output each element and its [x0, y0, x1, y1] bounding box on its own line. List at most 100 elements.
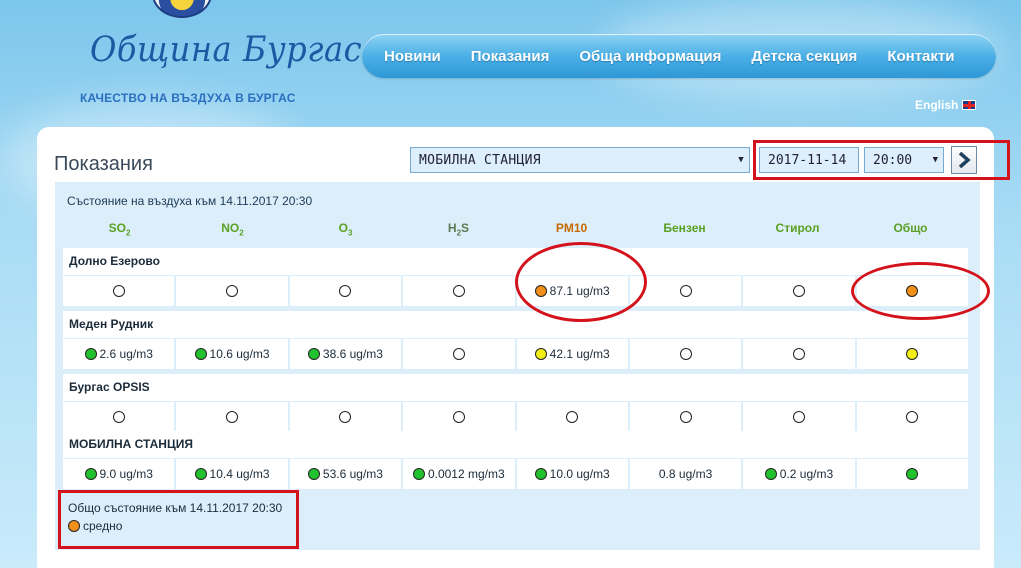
reading-cell: [743, 339, 855, 369]
status-dot-icon: [906, 348, 919, 360]
highlight-box-date-controls: [753, 140, 1010, 180]
column-header-subscript: 3: [347, 228, 353, 238]
site-logo-title[interactable]: Община Бургас: [90, 30, 362, 70]
main-nav: Новини Показания Обща информация Детска …: [362, 34, 996, 78]
reading-cell: 0.2 ug/m3: [743, 459, 855, 489]
status-dot-icon: [452, 285, 465, 297]
status-dot-icon: [452, 348, 465, 360]
status-dot-icon: [194, 348, 207, 360]
dropdown-arrow-icon: ▼: [738, 155, 744, 165]
reading-value: 38.6 ug/m3: [322, 347, 383, 361]
reading-cell: [403, 402, 515, 432]
status-dot-icon: [792, 348, 805, 360]
status-dot-icon: [112, 285, 125, 297]
language-link[interactable]: English: [915, 98, 958, 112]
column-header-base: Бензен: [663, 221, 706, 235]
status-dot-icon: [226, 285, 239, 297]
reading-value: 0.8 ug/m3: [658, 467, 713, 481]
reading-cell: [403, 276, 515, 306]
station-name-row: Меден Рудник: [63, 311, 968, 338]
status-dot-icon: [792, 285, 805, 297]
status-dot-icon: [84, 468, 97, 480]
nav-item-kids-section[interactable]: Детска секция: [751, 48, 857, 65]
reading-value: 0.2 ug/m3: [779, 467, 834, 481]
column-header-base: SO: [108, 221, 126, 235]
status-dot-icon: [906, 411, 919, 423]
table-row: 2.6 ug/m3 10.6 ug/m3 38.6 ug/m3 42.1 ug/m3: [63, 339, 968, 369]
status-dot-icon: [906, 468, 919, 480]
reading-cell: 10.0 ug/m3: [516, 459, 628, 489]
column-header-base: Общо: [893, 221, 928, 235]
city-emblem-logo[interactable]: [152, 0, 212, 18]
uk-flag-icon: [962, 100, 977, 110]
page-title: Показания: [54, 153, 153, 175]
reading-value: 10.0 ug/m3: [549, 467, 610, 481]
reading-cell: 0.8 ug/m3: [629, 459, 742, 489]
nav-item-contacts[interactable]: Контакти: [887, 48, 954, 65]
status-dot-icon: [679, 348, 692, 360]
reading-cell: 2.6 ug/m3: [63, 339, 175, 369]
status-dot-icon: [307, 348, 320, 360]
nav-item-general-info[interactable]: Обща информация: [579, 48, 721, 65]
reading-cell: 10.4 ug/m3: [176, 459, 288, 489]
status-dot-icon: [339, 285, 352, 297]
status-dot-icon: [792, 411, 805, 423]
status-dot-icon: [452, 411, 465, 423]
column-header-base: PM10: [555, 221, 588, 235]
column-header: O3: [289, 221, 402, 237]
reading-value: 10.4 ug/m3: [209, 467, 270, 481]
reading-cell: [403, 339, 515, 369]
reading-cell: [856, 402, 968, 432]
reading-value: 0.0012 mg/m3: [427, 467, 505, 481]
site-subtitle: КАЧЕСТВО НА ВЪЗДУХА В БУРГАС: [80, 91, 296, 105]
status-dot-icon: [412, 468, 425, 480]
column-header: PM10: [515, 221, 628, 235]
column-header-tail: S: [461, 221, 470, 235]
reading-cell: [289, 276, 402, 306]
status-dot-icon: [534, 468, 547, 480]
station-select-value: МОБИЛНА СТАНЦИЯ: [419, 153, 541, 168]
column-header-subscript: 2: [239, 228, 244, 238]
column-header: SO2: [63, 221, 176, 237]
reading-cell: [743, 276, 855, 306]
highlight-box-summary: [58, 490, 299, 549]
station-select[interactable]: МОБИЛНА СТАНЦИЯ ▼: [410, 147, 750, 173]
reading-cell: [63, 402, 175, 432]
reading-value: 2.6 ug/m3: [99, 347, 153, 361]
reading-cell: [629, 402, 742, 432]
column-header-base: NO: [221, 221, 240, 235]
reading-cell: [629, 339, 742, 369]
reading-cell: [856, 459, 968, 489]
reading-cell: [289, 402, 402, 432]
status-heading: Състояние на въздуха към 14.11.2017 20:3…: [67, 194, 313, 208]
column-header: Бензен: [628, 221, 741, 235]
reading-cell: [856, 339, 968, 369]
highlight-ellipse-overall: [851, 262, 990, 320]
reading-cell: 10.6 ug/m3: [176, 339, 288, 369]
table-row: [63, 402, 968, 432]
reading-value: 9.0 ug/m3: [99, 467, 153, 481]
status-dot-icon: [566, 411, 579, 423]
reading-cell: 38.6 ug/m3: [289, 339, 402, 369]
reading-cell: [743, 402, 855, 432]
status-dot-icon: [679, 411, 692, 423]
status-dot-icon: [226, 411, 239, 423]
column-header-base: Стирол: [775, 221, 820, 235]
station-name-row: Бургас OPSIS: [63, 374, 968, 401]
reading-cell: [176, 402, 288, 432]
status-dot-icon: [84, 348, 97, 360]
nav-item-readings[interactable]: Показания: [471, 48, 550, 65]
reading-cell: [63, 276, 175, 306]
reading-value: 42.1 ug/m3: [549, 347, 610, 361]
reading-cell: 9.0 ug/m3: [63, 459, 175, 489]
language-switch[interactable]: English: [915, 98, 977, 112]
reading-cell: 42.1 ug/m3: [516, 339, 628, 369]
reading-cell: 0.0012 mg/m3: [403, 459, 515, 489]
status-dot-icon: [194, 468, 207, 480]
highlight-ellipse-pm10: [515, 242, 647, 322]
nav-item-news[interactable]: Новини: [384, 48, 441, 65]
status-dot-icon: [764, 468, 777, 480]
reading-value: 10.6 ug/m3: [209, 347, 270, 361]
status-dot-icon: [307, 468, 320, 480]
table-row: 9.0 ug/m3 10.4 ug/m3 53.6 ug/m3 0.0012 mg/m…: [63, 459, 968, 489]
